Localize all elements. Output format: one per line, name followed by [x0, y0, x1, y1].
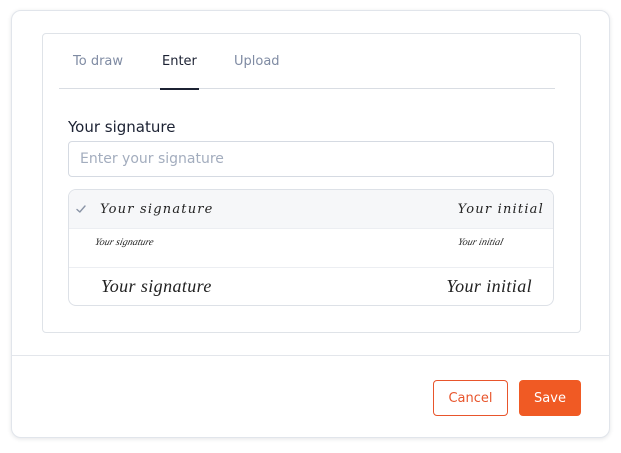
initial-preview: Your initial	[456, 237, 505, 248]
signature-tabs: To draw Enter Upload	[59, 34, 555, 90]
tab-to-draw[interactable]: To draw	[73, 54, 123, 89]
signature-style-option-2[interactable]: Your signature Your initial	[69, 229, 553, 268]
signature-preview: Your signature	[93, 237, 155, 248]
footer-divider	[12, 355, 609, 356]
signature-style-option-3[interactable]: Your signature Your initial	[69, 268, 553, 305]
signature-preview: Your signature	[100, 202, 214, 217]
initial-preview: Your initial	[446, 276, 532, 296]
signature-style-list: Your signature Your initial Your signatu…	[68, 189, 554, 306]
signature-modal: To draw Enter Upload Your signature Your…	[11, 10, 610, 438]
cancel-button[interactable]: Cancel	[433, 380, 508, 416]
signature-card: To draw Enter Upload Your signature Your…	[42, 33, 581, 333]
signature-input[interactable]	[68, 141, 554, 177]
signature-style-option-1[interactable]: Your signature Your initial	[69, 190, 553, 229]
check-icon	[76, 205, 86, 213]
signature-field-label: Your signature	[68, 118, 176, 136]
tab-upload[interactable]: Upload	[234, 54, 280, 89]
save-button[interactable]: Save	[519, 380, 581, 416]
signature-preview: Your signature	[101, 276, 212, 296]
tab-enter[interactable]: Enter	[160, 54, 199, 90]
initial-preview: Your initial	[457, 202, 544, 217]
